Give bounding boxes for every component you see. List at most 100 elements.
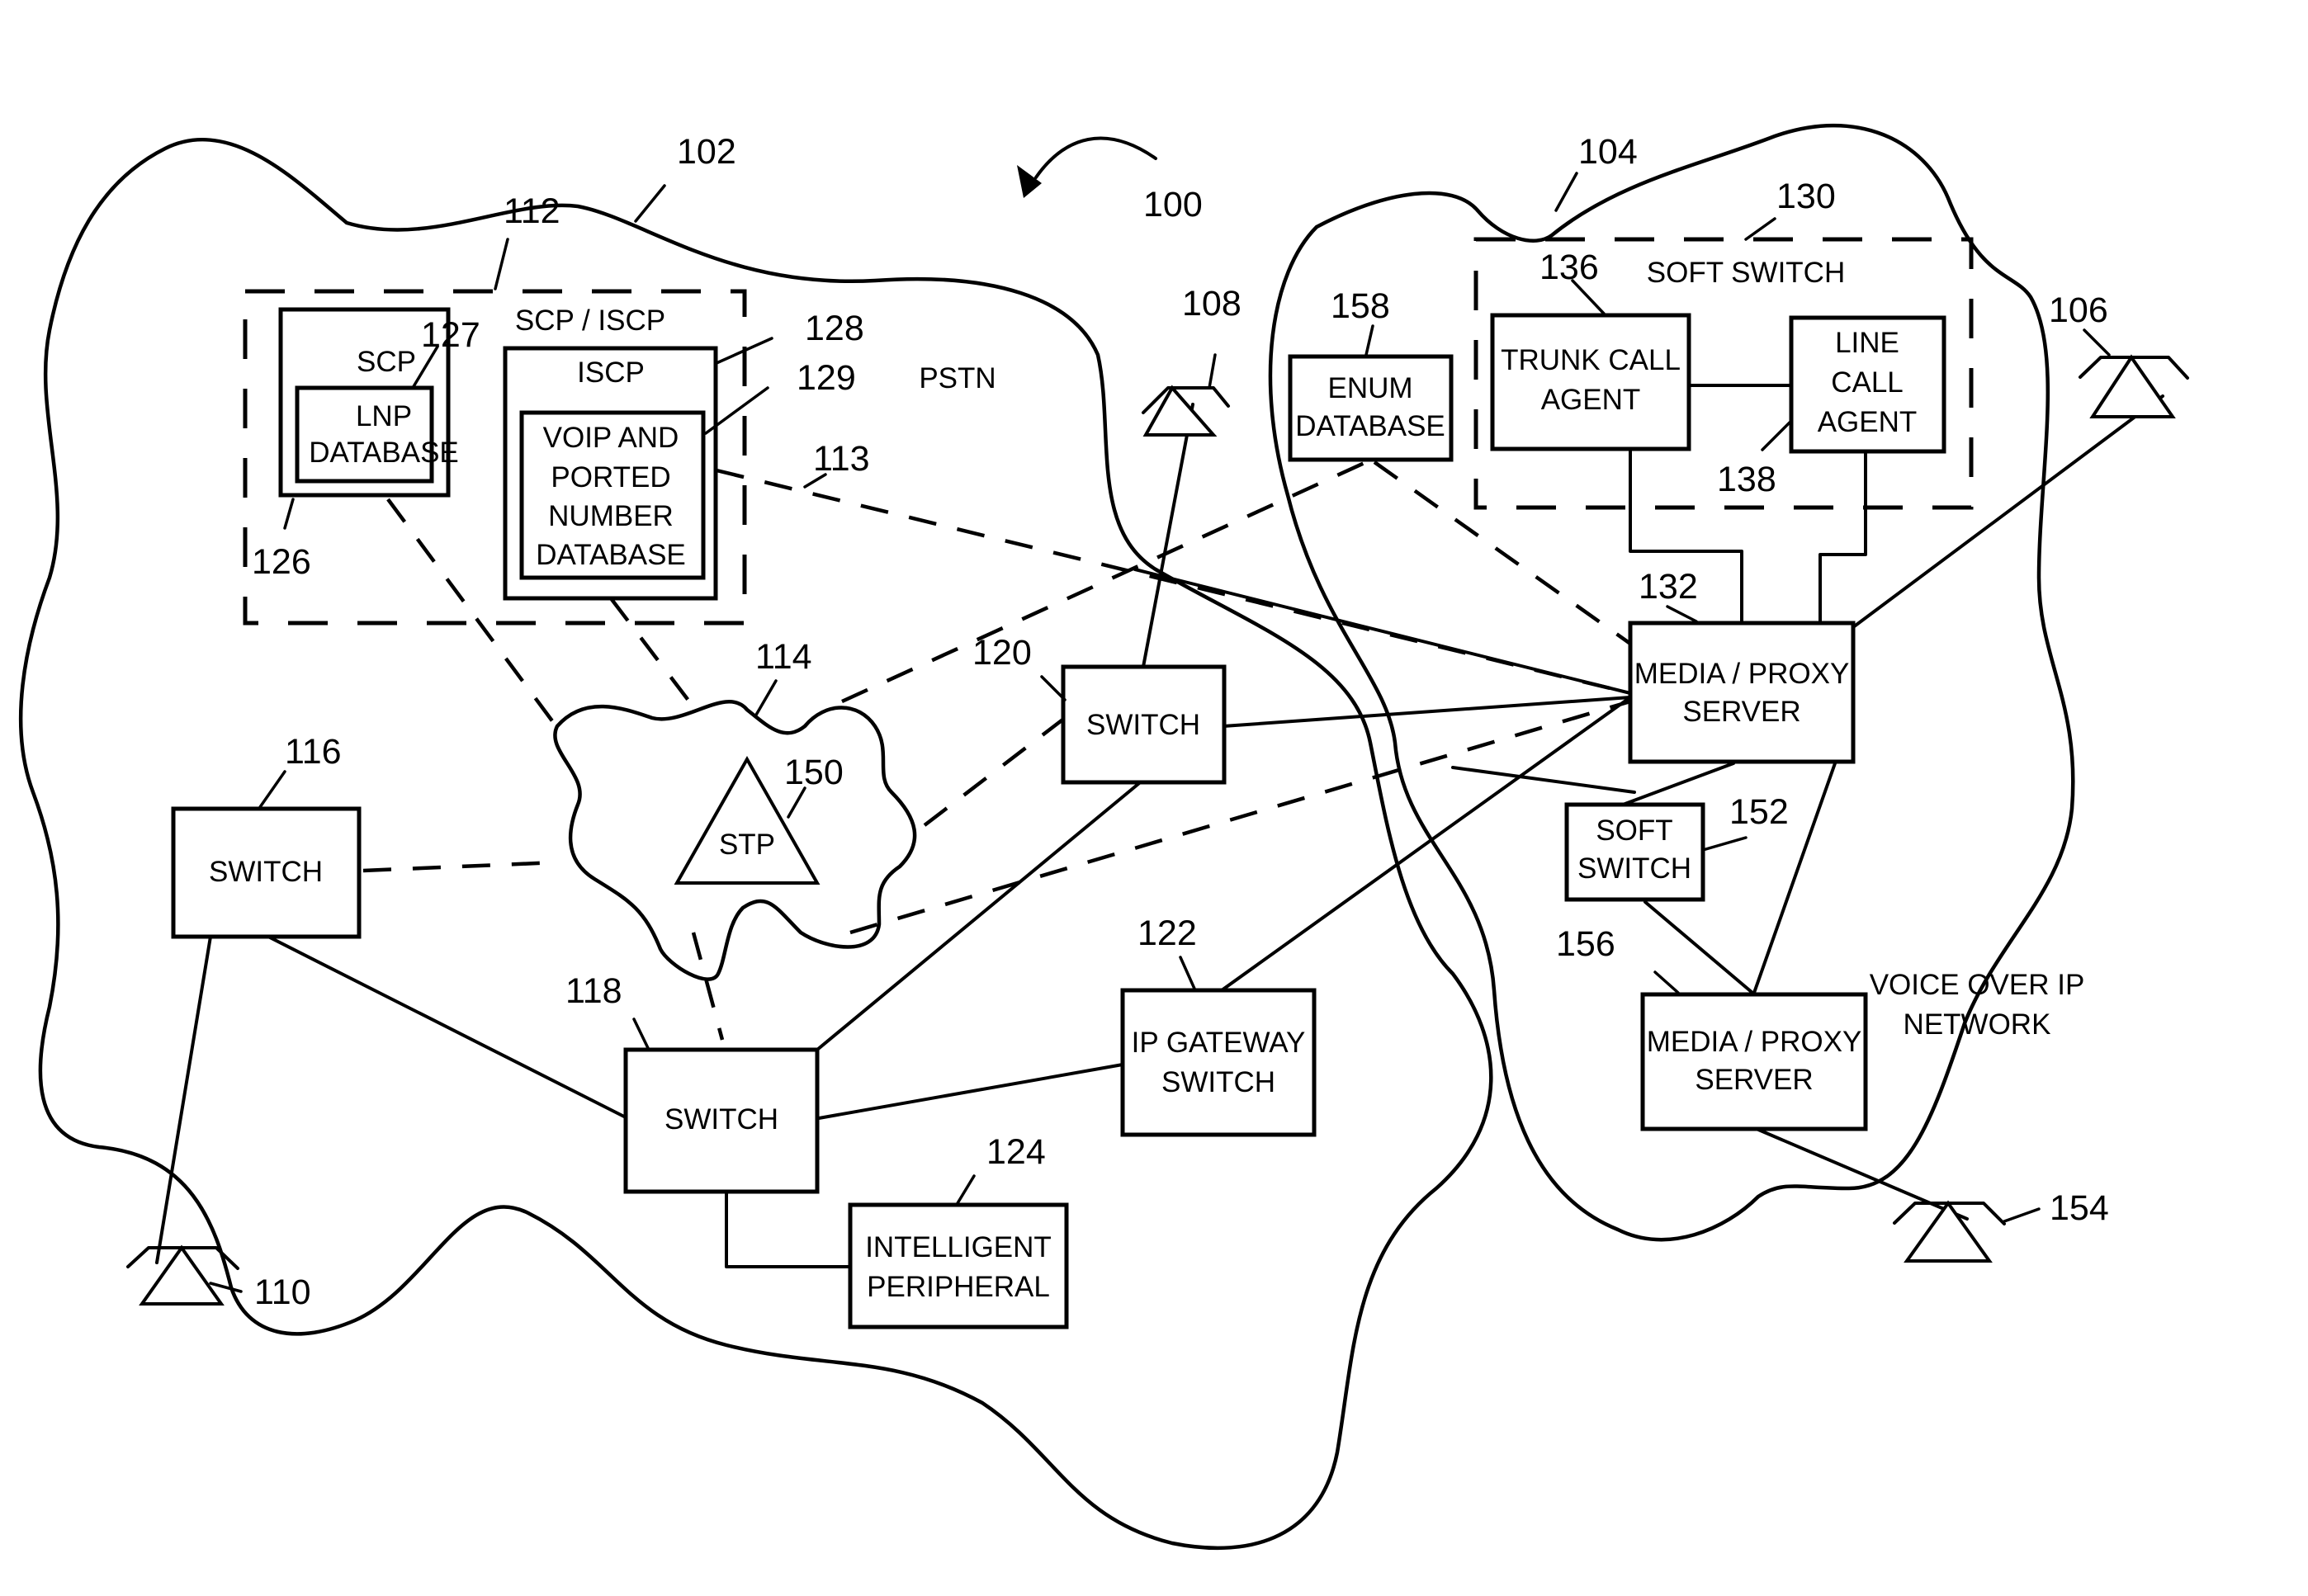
stp-cloud-ref-leader: [754, 679, 778, 718]
figure-ref-arrow: [1017, 136, 1157, 198]
switch-118-ref-leader: [632, 1018, 650, 1050]
phone-110-ref-leader: [209, 1282, 243, 1293]
switch-116-ref-number: 116: [285, 732, 342, 772]
phone-154-ref-number: 154: [2050, 1188, 2109, 1228]
trunk-call-agent[interactable]: TRUNK CALL AGENT: [1490, 313, 1691, 451]
scp-iscp-label: SCP / ISCP: [515, 305, 665, 337]
ip-gateway-ref-leader: [1179, 956, 1196, 990]
line-call-agent-line1: LINE: [1835, 327, 1899, 359]
voip-ported-db-line2: PORTED: [551, 461, 670, 493]
soft-switch-group-ref-leader: [1744, 217, 1776, 241]
line-call-agent-line3: AGENT: [1818, 406, 1918, 438]
peripheral-line1: INTELLIGENT: [865, 1231, 1052, 1263]
signaling-iscp-stp: [609, 597, 691, 703]
media-proxy-server-132[interactable]: MEDIA / PROXY SERVER: [1628, 621, 1856, 764]
link-mediaproxy132-softswitch: [1615, 762, 1735, 809]
intelligent-peripheral[interactable]: INTELLIGENT PERIPHERAL: [848, 1202, 1069, 1329]
pstn-label: PSTN: [919, 362, 996, 394]
lnp-database-line2: DATABASE: [309, 437, 459, 469]
voip-ref-leader: [1554, 172, 1578, 212]
pstn-ref-leader: [634, 184, 666, 223]
voip-label-line1: VOICE OVER IP: [1870, 969, 2085, 1001]
soft-switch-group-ref-number: 130: [1776, 177, 1836, 216]
phone-108-ref-leader: [1208, 353, 1217, 390]
switch-116[interactable]: SWITCH: [171, 806, 362, 939]
lnp-database-ref-number: 127: [421, 315, 480, 355]
enum-database-line2: DATABASE: [1295, 410, 1445, 442]
media-proxy-132-ref-number: 132: [1639, 567, 1698, 607]
signaling-stp-switch120: [923, 716, 1067, 827]
line-call-agent-line2: CALL: [1831, 366, 1904, 399]
pstn-ref-number: 102: [677, 132, 736, 172]
peripheral-line2: PERIPHERAL: [867, 1271, 1050, 1303]
phone-154-ref-leader: [2003, 1207, 2041, 1223]
media-proxy-156-ref-leader: [1653, 970, 1680, 994]
link-switch118-switch120: [816, 778, 1145, 1051]
telephone-icon[interactable]: [1142, 385, 1230, 437]
scp-ref-number: 126: [252, 542, 311, 582]
signaling-enum-mediaproxy: [1373, 460, 1632, 645]
voip-ref-number: 104: [1578, 132, 1638, 172]
enum-database[interactable]: ENUM DATABASE: [1288, 354, 1454, 462]
phone-106-ref-number: 106: [2049, 290, 2108, 330]
voip-label-line2: NETWORK: [1904, 1008, 2051, 1041]
soft-switch-152-ref-number: 152: [1729, 792, 1789, 832]
trunk-call-agent-ref-number: 136: [1539, 248, 1599, 287]
link-switch116-phone110: [155, 935, 212, 1264]
peripheral-ref-number: 124: [986, 1132, 1046, 1172]
scp-iscp-ref-number: 112: [504, 191, 560, 231]
link-switch120-phone108: [1142, 403, 1194, 668]
trunk-call-agent-box[interactable]: [1490, 313, 1691, 451]
media-proxy-156-line2: SERVER: [1695, 1064, 1813, 1096]
switch-120[interactable]: SWITCH: [1061, 664, 1227, 785]
enum-database-ref-leader: [1364, 324, 1374, 357]
link-lineagent-mediaproxy: [1818, 452, 1867, 625]
signaling-switch116-stp: [362, 860, 558, 873]
soft-switch-152-line2: SWITCH: [1577, 852, 1691, 885]
stp-label: STP: [719, 829, 775, 861]
media-proxy-156-line1: MEDIA / PROXY: [1647, 1026, 1862, 1058]
peripheral-ref-leader: [956, 1174, 976, 1205]
media-proxy-156-box[interactable]: [1640, 992, 1868, 1131]
switch-116-label: SWITCH: [209, 856, 323, 888]
lnp-database-line1: LNP: [356, 400, 412, 432]
signaling-stp-switch118: [691, 932, 725, 1041]
trunk-call-agent-line2: AGENT: [1541, 384, 1641, 416]
ip-gateway-ref-number: 122: [1137, 914, 1197, 953]
soft-switch-group-label: SOFT SWITCH: [1647, 257, 1845, 289]
link-switch118-ipgateway: [817, 1063, 1124, 1120]
phone-106-ref-leader: [2083, 328, 2111, 357]
link-switch120-mediaproxy132: [1222, 696, 1632, 728]
link-113-ref-number: 113: [813, 439, 870, 479]
enum-database-ref-number: 158: [1331, 286, 1390, 326]
stp-ref-leader: [787, 786, 806, 819]
voip-ported-db-line4: DATABASE: [536, 539, 686, 571]
switch-118[interactable]: SWITCH: [623, 1047, 820, 1194]
phone-108-ref-number: 108: [1182, 284, 1241, 323]
telephone-icon[interactable]: [2079, 354, 2189, 418]
switch-118-ref-number: 118: [565, 971, 622, 1011]
enum-database-line1: ENUM: [1327, 372, 1412, 404]
link-switch118-peripheral: [725, 1189, 852, 1268]
ip-gateway-line2: SWITCH: [1161, 1066, 1275, 1098]
stp-cloud-ref-number: 114: [755, 637, 812, 677]
link-switch116-switch118: [267, 935, 629, 1120]
switch-118-label: SWITCH: [664, 1103, 778, 1136]
voip-ported-db-ref-number: 129: [797, 358, 856, 398]
telephone-icon[interactable]: [1893, 1200, 2006, 1263]
line-call-agent[interactable]: LINE CALL AGENT: [1789, 315, 1946, 454]
network-diagram: 100 102 PSTN 104 VOICE OVER IP NETWORK 1…: [18, 123, 2189, 1550]
intelligent-peripheral-box[interactable]: [848, 1202, 1069, 1329]
iscp-node[interactable]: ISCP VOIP AND PORTED NUMBER DATABASE: [503, 346, 718, 601]
signaling-stp-mediaproxy: [849, 699, 1631, 935]
ip-gateway-box[interactable]: [1120, 988, 1317, 1137]
media-proxy-server-156[interactable]: MEDIA / PROXY SERVER: [1640, 992, 1868, 1131]
media-proxy-132-box[interactable]: [1628, 621, 1856, 764]
soft-switch-152[interactable]: SOFT SWITCH: [1564, 802, 1705, 902]
ip-gateway-line1: IP GATEWAY: [1132, 1027, 1306, 1059]
scp-ref-leader: [283, 498, 295, 530]
switch-116-ref-leader: [258, 770, 286, 809]
switch-120-label: SWITCH: [1086, 709, 1200, 741]
link-voip-solid: [1451, 766, 1636, 794]
ip-gateway-switch[interactable]: IP GATEWAY SWITCH: [1120, 988, 1317, 1137]
